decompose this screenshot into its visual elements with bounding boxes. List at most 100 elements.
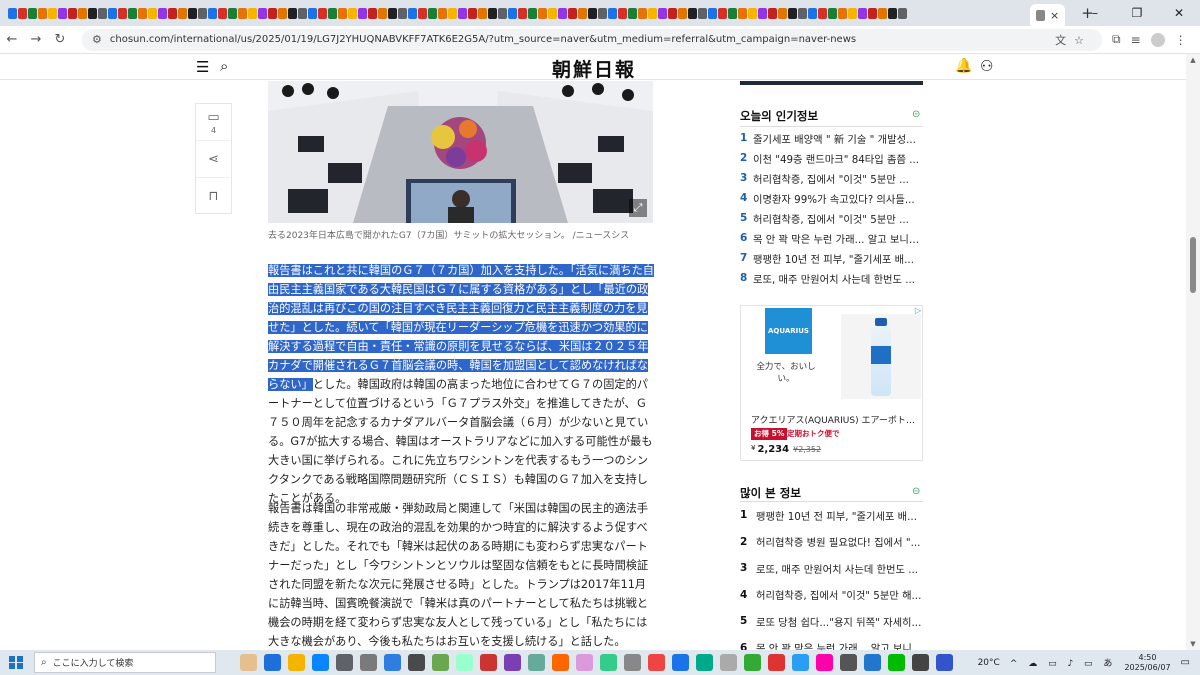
tab-favicon-icon[interactable]: [458, 7, 467, 19]
advertisement[interactable]: AQUARIUS 全力で、おいしい。 ▷ アクエリアス(AQUARIUS) エア…: [740, 305, 923, 461]
tab-favicon-icon[interactable]: [448, 7, 457, 19]
tab-favicon-icon[interactable]: [288, 7, 297, 19]
tab-favicon-icon[interactable]: [898, 7, 907, 19]
tab-favicon-icon[interactable]: [238, 7, 247, 19]
tab-favicon-icon[interactable]: [58, 7, 67, 19]
tab-favicon-icon[interactable]: [728, 7, 737, 19]
list-item[interactable]: 3 로또, 매주 만원어치 사는데 한번도 ...: [740, 555, 923, 582]
tab-favicon-icon[interactable]: [508, 7, 517, 19]
tab-favicon-icon[interactable]: [718, 7, 727, 19]
close-window-button[interactable]: ✕: [1158, 6, 1200, 20]
tab-favicon-icon[interactable]: [38, 7, 47, 19]
bookmark-button[interactable]: ⊓: [196, 178, 231, 215]
tab-favicon-icon[interactable]: [748, 7, 757, 19]
notification-icon[interactable]: ▭: [1181, 657, 1190, 668]
taskbar-app-icon[interactable]: [288, 654, 305, 671]
forward-arrow-icon[interactable]: →: [24, 32, 48, 47]
taskbar-app-icon[interactable]: [648, 654, 665, 671]
list-item[interactable]: 4 허리협착증, 집에서 "이것" 5분만 해...: [740, 582, 923, 609]
taskbar-app-icon[interactable]: [696, 654, 713, 671]
tab-favicon-icon[interactable]: [398, 7, 407, 19]
tab-favicon-icon[interactable]: [388, 7, 397, 19]
taskbar-app-icon[interactable]: [840, 654, 857, 671]
site-logo[interactable]: 朝鮮日報: [552, 55, 636, 82]
tab-favicon-icon[interactable]: [168, 7, 177, 19]
tab-favicon-icon[interactable]: [578, 7, 587, 19]
close-tab-icon[interactable]: ×: [1050, 9, 1059, 22]
taskbar-app-icon[interactable]: [864, 654, 881, 671]
tab-favicon-icon[interactable]: [278, 7, 287, 19]
tab-favicon-icon[interactable]: [158, 7, 167, 19]
share-button[interactable]: ⋖: [196, 141, 231, 178]
scroll-down-arrow-icon[interactable]: ▼: [1186, 640, 1200, 648]
tab-favicon-icon[interactable]: [208, 7, 217, 19]
list-item[interactable]: 6 목 안 꽉 막은 누런 가래... 알고 보니 ...: [740, 635, 923, 650]
more-menu-icon[interactable]: ⋮: [1175, 33, 1187, 47]
taskbar-app-icon[interactable]: [408, 654, 425, 671]
taskbar-app-icon[interactable]: [912, 654, 929, 671]
maximize-button[interactable]: ❐: [1116, 6, 1158, 20]
taskbar-app-icon[interactable]: [240, 654, 257, 671]
taskbar-app-icon[interactable]: [456, 654, 473, 671]
tab-favicon-icon[interactable]: [358, 7, 367, 19]
translate-bookmark-icons[interactable]: 文☆: [1055, 32, 1092, 48]
list-item[interactable]: 2 허리협착증 병원 필요없다! 집에서 "...: [740, 529, 923, 556]
tab-favicon-icon[interactable]: [648, 7, 657, 19]
tab-favicon-icon[interactable]: [478, 7, 487, 19]
scroll-thumb[interactable]: [1190, 237, 1196, 293]
tab-favicon-icon[interactable]: [678, 7, 687, 19]
list-item[interactable]: 1 팽팽한 10년 전 피부, "줄기세포 배...: [740, 502, 923, 529]
tab-favicon-icon[interactable]: [118, 7, 127, 19]
tab-favicon-icon[interactable]: [878, 7, 887, 19]
reload-icon[interactable]: ↻: [48, 32, 72, 47]
search-icon[interactable]: ⌕: [220, 57, 228, 75]
tab-favicon-icon[interactable]: [668, 7, 677, 19]
list-item[interactable]: 7 팽팽한 10년 전 피부, "줄기세포 배...: [740, 248, 923, 268]
taskbar-app-icon[interactable]: [672, 654, 689, 671]
tab-favicon-icon[interactable]: [18, 7, 27, 19]
tray-icons[interactable]: ^ ☁ ▭ ♪ ▭ あ: [1010, 656, 1117, 669]
tab-favicon-icon[interactable]: [888, 7, 897, 19]
tab-favicon-icon[interactable]: [558, 7, 567, 19]
tab-favicon-icon[interactable]: [808, 7, 817, 19]
list-item[interactable]: 8 로또, 매주 만원어치 사는데 한번도 ...: [740, 268, 923, 288]
tab-favicon-icon[interactable]: [778, 7, 787, 19]
taskbar-search[interactable]: ⌕ ここに入力して検索: [34, 652, 216, 673]
list-item[interactable]: 5 허리협착증, 집에서 "이것" 5분만 ...: [740, 208, 923, 228]
taskbar-app-icon[interactable]: [384, 654, 401, 671]
taskbar-app-icon[interactable]: [792, 654, 809, 671]
tab-favicon-icon[interactable]: [348, 7, 357, 19]
taskbar-app-icon[interactable]: [816, 654, 833, 671]
tab-favicon-icon[interactable]: [798, 7, 807, 19]
extensions-icon[interactable]: ⧉: [1112, 32, 1121, 47]
tab-favicon-icon[interactable]: [568, 7, 577, 19]
link-icon[interactable]: ⊝: [912, 109, 920, 120]
tab-favicon-icon[interactable]: [548, 7, 557, 19]
comment-button[interactable]: ▭ 4: [196, 104, 231, 141]
tab-favicon-icon[interactable]: [28, 7, 37, 19]
taskbar-app-icon[interactable]: [744, 654, 761, 671]
tab-favicon-icon[interactable]: [368, 7, 377, 19]
tab-favicon-icon[interactable]: [538, 7, 547, 19]
tab-favicon-icon[interactable]: [418, 7, 427, 19]
taskbar-app-icon[interactable]: [576, 654, 593, 671]
tab-favicon-icon[interactable]: [248, 7, 257, 19]
tab-favicon-icon[interactable]: [98, 7, 107, 19]
list-item[interactable]: 6 목 안 꽉 막은 누런 가래... 알고 보니 ...: [740, 228, 923, 248]
ad-choices-icon[interactable]: ▷: [915, 306, 921, 315]
tab-favicon-icon[interactable]: [258, 7, 267, 19]
taskbar-app-icon[interactable]: [432, 654, 449, 671]
tab-favicon-icon[interactable]: [488, 7, 497, 19]
taskbar-app-icon[interactable]: [312, 654, 329, 671]
tab-favicon-icon[interactable]: [188, 7, 197, 19]
tab-favicon-icon[interactable]: [528, 7, 537, 19]
tab-favicon-icon[interactable]: [768, 7, 777, 19]
tab-favicon-icon[interactable]: [588, 7, 597, 19]
list-item[interactable]: 2 이천 "49층 랜드마크" 84타입 좀쯤 ...: [740, 148, 923, 168]
tab-favicon-icon[interactable]: [108, 7, 117, 19]
tab-favicon-icon[interactable]: [698, 7, 707, 19]
list-item[interactable]: 1 줄기세포 배양액 " 新 기술 " 개발성...: [740, 128, 923, 148]
list-item[interactable]: 3 허리협착증, 집에서 "이것" 5분만 ...: [740, 168, 923, 188]
link-icon[interactable]: ⊝: [912, 486, 920, 497]
site-info-icon[interactable]: ⚙: [92, 33, 102, 46]
